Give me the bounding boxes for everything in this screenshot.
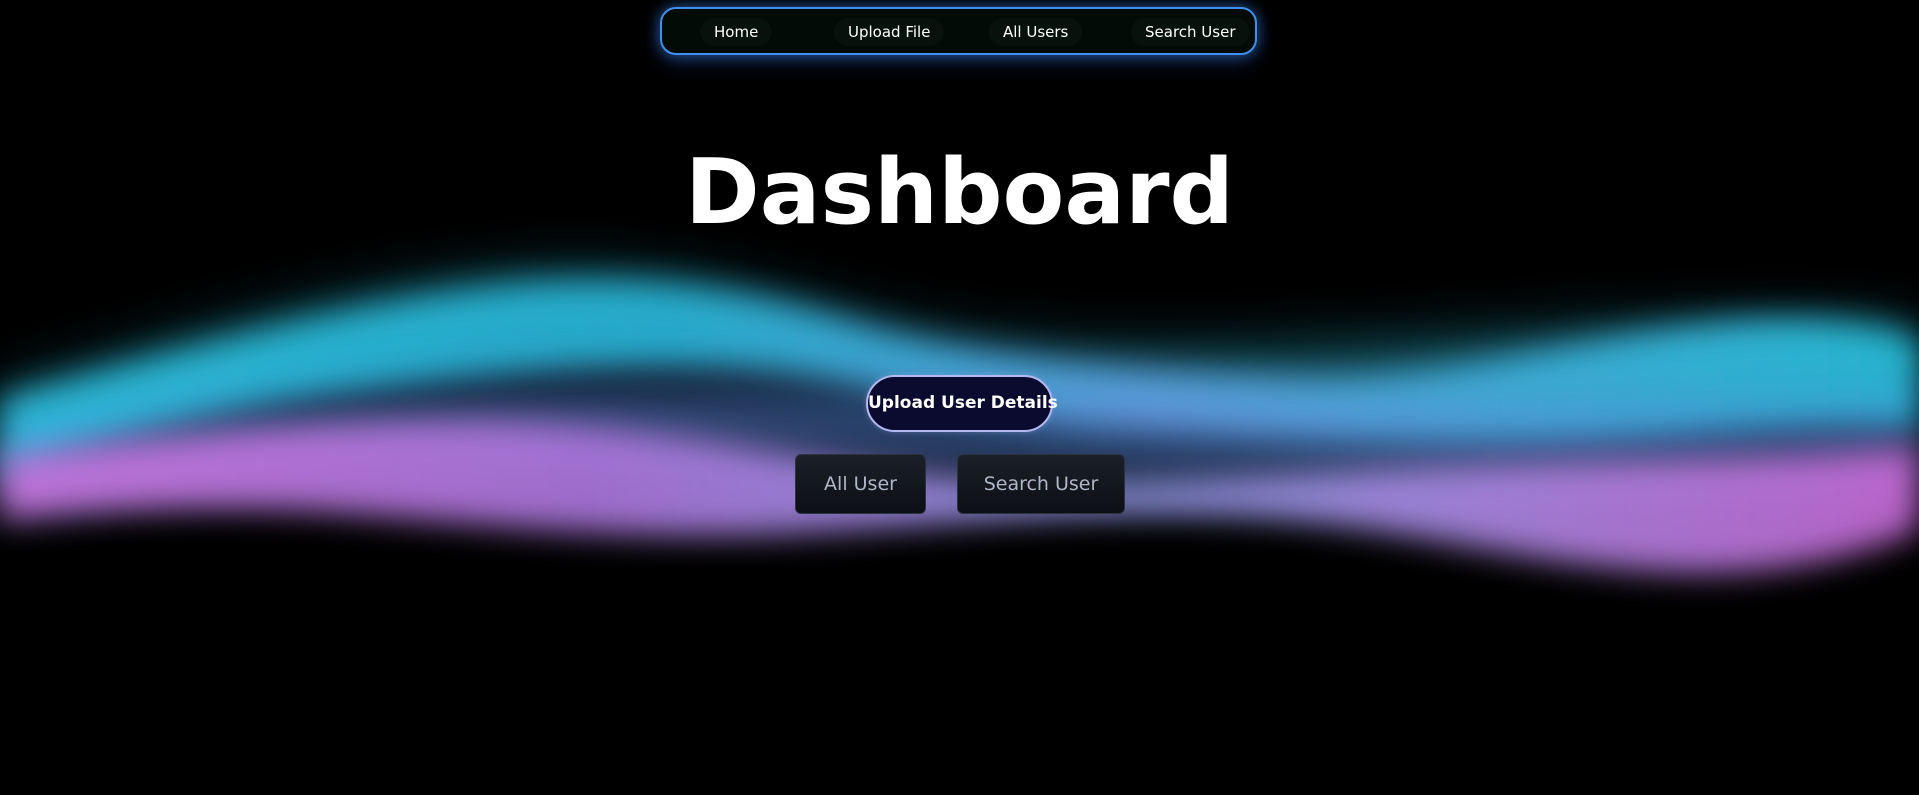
all-user-button[interactable]: All User (795, 454, 926, 514)
nav-item-search-user[interactable]: Search User (1131, 18, 1250, 46)
page: Home Upload File All Users Search User D… (0, 0, 1919, 795)
upload-user-details-button[interactable]: Upload User Details (866, 375, 1058, 432)
search-user-button[interactable]: Search User (957, 454, 1125, 514)
top-nav-bar: Home Upload File All Users Search User (660, 7, 1257, 55)
page-title: Dashboard (685, 140, 1234, 245)
nav-item-all-users[interactable]: All Users (989, 18, 1083, 46)
nav-item-upload-file[interactable]: Upload File (834, 18, 945, 46)
nav-item-home[interactable]: Home (700, 18, 773, 46)
